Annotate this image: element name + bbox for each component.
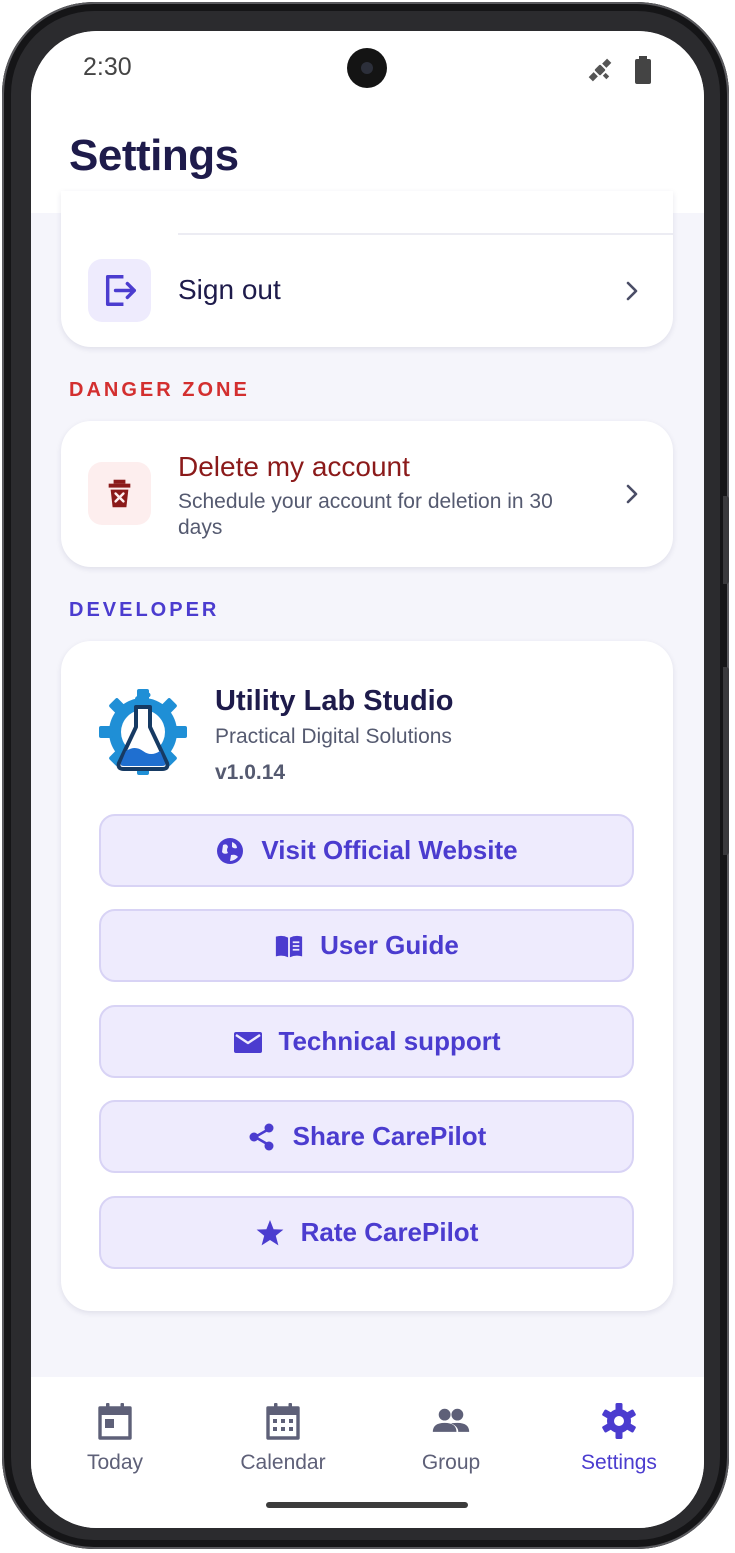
home-indicator[interactable] (266, 1502, 468, 1508)
trash-icon (108, 479, 131, 508)
account-card: Sign out (61, 191, 673, 347)
developer-name: Utility Lab Studio (215, 685, 454, 717)
rate-app-label: Rate CarePilot (300, 1217, 479, 1247)
technical-support-button[interactable]: Technical support (99, 1005, 634, 1078)
trash-icon-box (88, 462, 151, 525)
nav-group-label: Group (421, 1451, 481, 1474)
share-app-button[interactable]: Share CarePilot (99, 1100, 634, 1173)
nav-calendar[interactable]: Calendar (199, 1401, 367, 1475)
calendar-today-icon (98, 1403, 132, 1440)
developer-card: Utility Lab Studio Practical Digital Sol… (61, 641, 673, 1311)
chevron-right-icon (626, 484, 638, 504)
front-camera (347, 48, 387, 88)
row-divider (178, 233, 673, 235)
sign-out-label: Sign out (178, 274, 281, 305)
delete-account-subtitle: Schedule your account for deletion in 30… (178, 490, 553, 539)
share-icon (249, 1123, 274, 1150)
logout-icon-box (88, 259, 151, 322)
nav-settings[interactable]: Settings (535, 1401, 703, 1475)
page-title: Settings (69, 131, 239, 180)
satellite-icon (588, 58, 612, 82)
nav-settings-label: Settings (581, 1451, 657, 1474)
nav-calendar-label: Calendar (240, 1451, 326, 1474)
visit-website-label: Visit Official Website (261, 835, 518, 865)
book-icon (276, 935, 303, 957)
visit-website-button[interactable]: Visit Official Website (99, 814, 634, 887)
danger-zone-heading: DANGER ZONE (69, 379, 250, 401)
delete-account-card[interactable]: Delete my account Schedule your account … (61, 421, 673, 567)
calendar-grid-icon (266, 1403, 300, 1440)
battery-icon (635, 56, 651, 84)
user-guide-label: User Guide (320, 930, 459, 960)
utility-lab-logo-icon (99, 689, 187, 775)
phone-frame: 2:30 Settings Sign out DANGER ZONE Delet… (2, 2, 729, 1549)
star-icon (256, 1219, 284, 1245)
status-time: 2:30 (83, 53, 132, 81)
user-guide-button[interactable]: User Guide (99, 909, 634, 982)
sign-out-row[interactable]: Sign out (61, 259, 673, 323)
nav-group[interactable]: Group (367, 1401, 535, 1475)
share-app-label: Share CarePilot (292, 1121, 487, 1151)
screen: 2:30 Settings Sign out DANGER ZONE Delet… (31, 31, 704, 1528)
status-bar: 2:30 (31, 31, 704, 111)
technical-support-label: Technical support (278, 1026, 501, 1056)
power-button (723, 496, 729, 584)
globe-icon (217, 837, 244, 864)
rate-app-button[interactable]: Rate CarePilot (99, 1196, 634, 1269)
developer-tagline: Practical Digital Solutions (215, 725, 452, 748)
gear-icon (602, 1403, 636, 1439)
nav-today[interactable]: Today (31, 1401, 199, 1475)
delete-account-title: Delete my account (178, 451, 410, 482)
app-version: v1.0.14 (215, 761, 286, 784)
nav-today-label: Today (86, 1451, 144, 1474)
mail-icon (233, 1031, 262, 1053)
chevron-right-icon (626, 281, 638, 301)
volume-button (723, 667, 729, 855)
logout-icon (105, 274, 136, 307)
group-icon (432, 1408, 470, 1432)
developer-heading: DEVELOPER (69, 599, 220, 621)
